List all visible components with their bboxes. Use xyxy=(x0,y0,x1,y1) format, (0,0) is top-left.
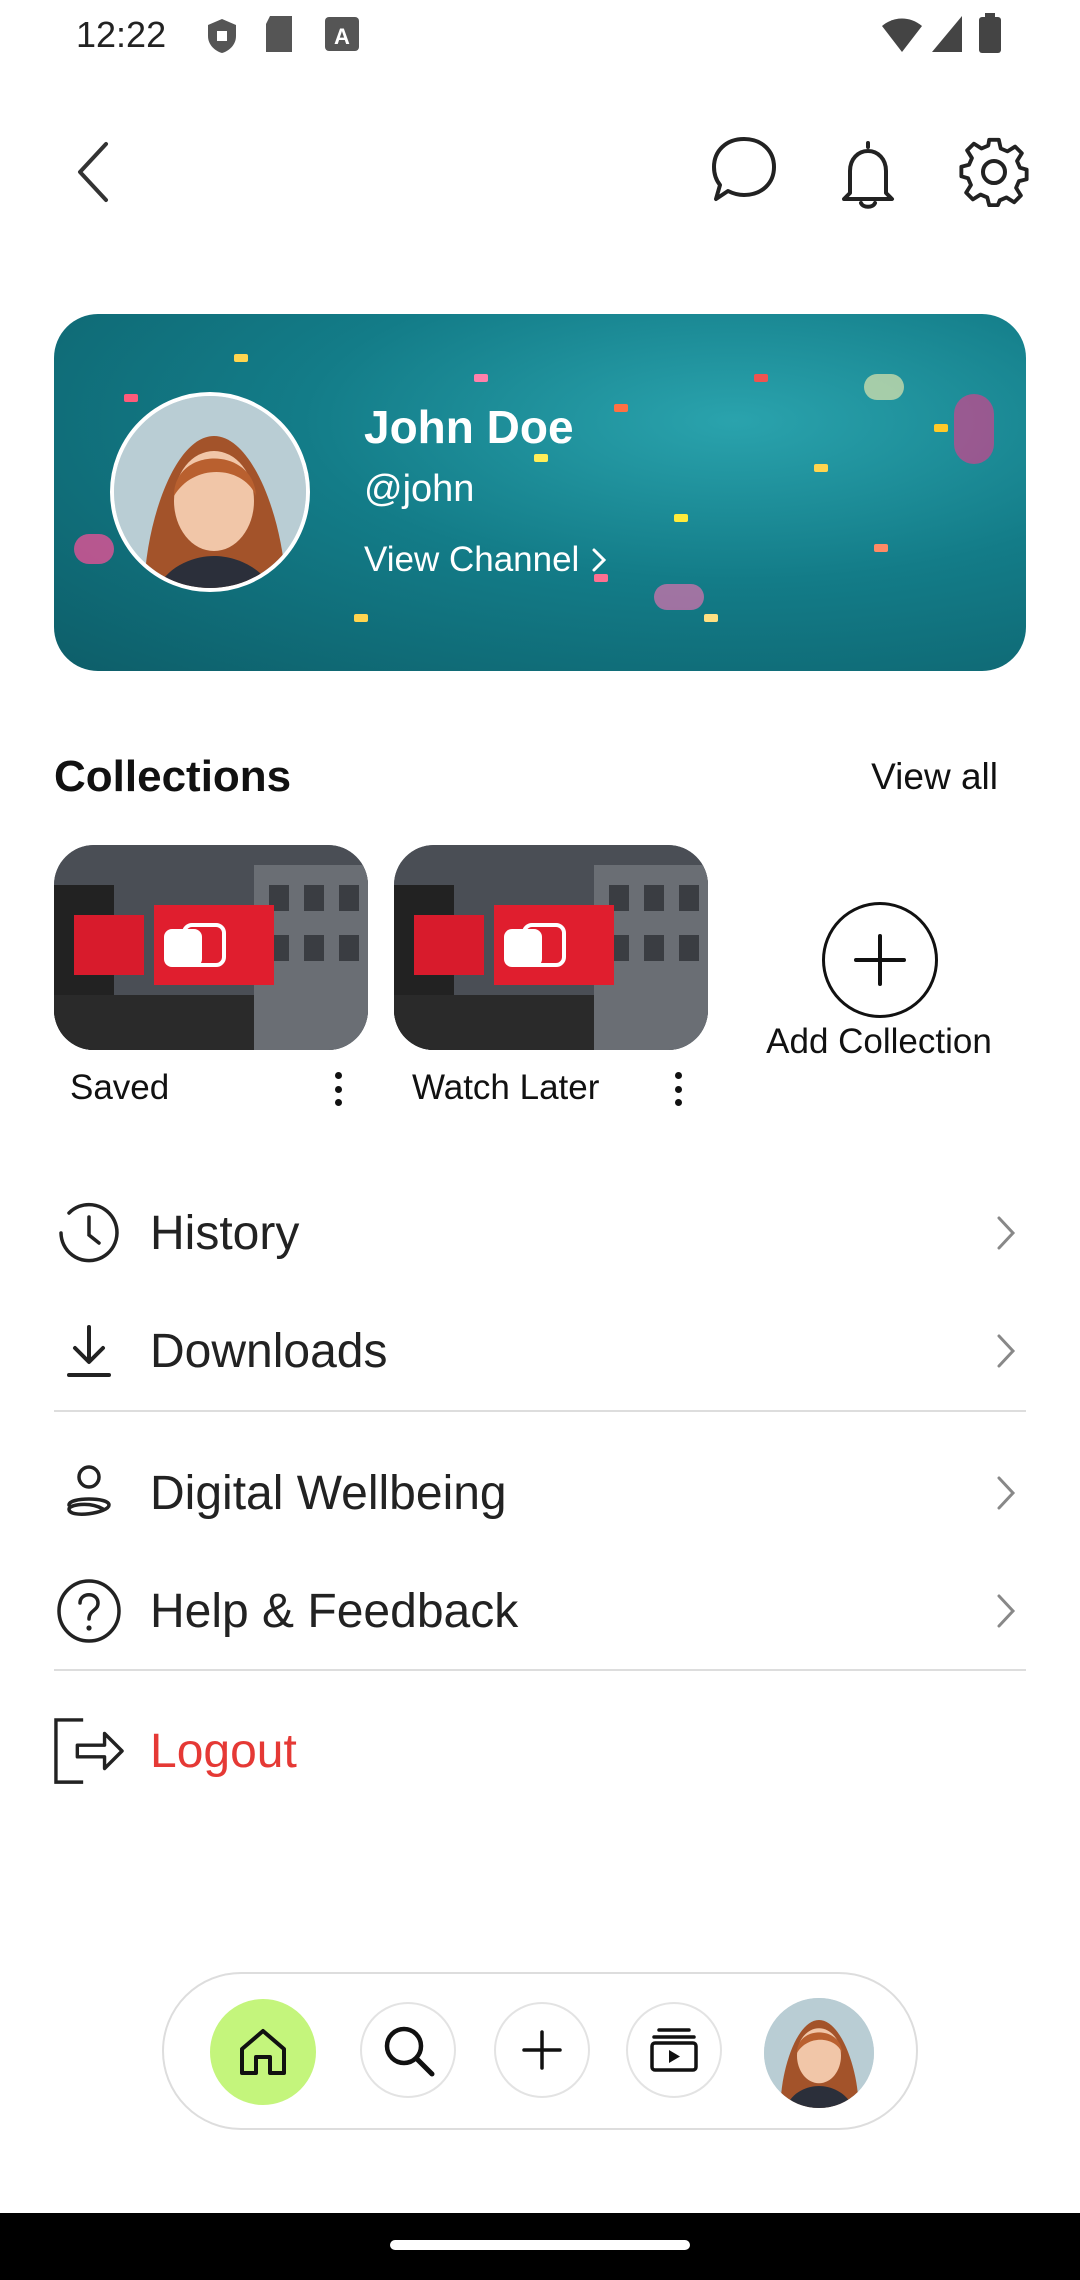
thumbnail-badge xyxy=(164,929,202,967)
logout-label: Logout xyxy=(150,1724,297,1778)
collection-thumbnail-saved[interactable] xyxy=(54,845,368,1050)
wifi-icon xyxy=(882,18,922,52)
shield-status-icon xyxy=(208,19,236,53)
saved-more-options-button[interactable] xyxy=(328,1072,348,1106)
menu-item-digital-wellbeing[interactable]: Digital Wellbeing xyxy=(54,1438,1026,1548)
menu-divider xyxy=(54,1669,1026,1671)
profile-card[interactable]: John Doe @john View Channel xyxy=(54,314,1026,671)
profile-avatar xyxy=(110,392,310,592)
download-icon xyxy=(54,1316,124,1386)
help-icon xyxy=(54,1576,124,1646)
collection-thumbnail-watch-later[interactable] xyxy=(394,845,708,1050)
plus-icon xyxy=(522,2030,562,2070)
bottom-navigation xyxy=(162,1972,918,2130)
svg-text:A: A xyxy=(334,24,350,49)
history-icon xyxy=(54,1198,124,1268)
home-indicator[interactable] xyxy=(390,2240,690,2250)
font-status-icon: A xyxy=(325,17,359,51)
history-label: History xyxy=(150,1206,300,1260)
nav-create-button[interactable] xyxy=(494,2002,590,2098)
thumbnail-badge xyxy=(504,929,542,967)
logout-icon xyxy=(54,1716,124,1786)
sd-card-status-icon xyxy=(266,16,292,52)
wellbeing-icon xyxy=(54,1458,124,1528)
view-channel-link[interactable]: View Channel xyxy=(364,540,607,580)
view-channel-label: View Channel xyxy=(364,540,580,579)
profile-handle: @john xyxy=(364,468,475,510)
search-icon xyxy=(384,2026,435,2077)
collections-title: Collections xyxy=(54,752,292,801)
menu-divider xyxy=(54,1410,1026,1412)
chat-bubble-icon xyxy=(712,137,776,201)
home-icon xyxy=(240,2029,286,2075)
help-label: Help & Feedback xyxy=(150,1584,519,1638)
chevron-right-icon xyxy=(986,1213,1026,1253)
notifications-button[interactable] xyxy=(832,134,904,214)
gear-icon xyxy=(959,137,1029,208)
battery-icon xyxy=(979,13,1001,53)
subscriptions-icon xyxy=(650,2028,698,2072)
plus-icon xyxy=(854,934,906,986)
chevron-right-icon xyxy=(986,1591,1026,1631)
watch-later-more-options-button[interactable] xyxy=(668,1072,688,1106)
profile-name: John Doe xyxy=(364,401,574,453)
nav-home-button[interactable] xyxy=(210,1999,316,2105)
view-all-link[interactable]: View all xyxy=(871,756,998,798)
nav-subscriptions-button[interactable] xyxy=(626,2002,722,2098)
signal-icon xyxy=(932,16,962,52)
messages-button[interactable] xyxy=(708,134,780,206)
chevron-right-icon xyxy=(592,548,607,572)
status-time: 12:22 xyxy=(76,14,167,55)
chevron-right-icon xyxy=(986,1331,1026,1371)
add-collection-button[interactable] xyxy=(822,902,938,1018)
collection-label-watch-later: Watch Later xyxy=(412,1068,600,1107)
wellbeing-label: Digital Wellbeing xyxy=(150,1466,507,1520)
status-bar: 12:22 A xyxy=(0,0,1080,70)
nav-search-button[interactable] xyxy=(360,2002,456,2098)
menu-item-help-feedback[interactable]: Help & Feedback xyxy=(54,1556,1026,1666)
collection-label-saved: Saved xyxy=(70,1068,170,1107)
back-button[interactable] xyxy=(56,132,128,212)
chevron-right-icon xyxy=(986,1473,1026,1513)
chevron-left-icon xyxy=(78,142,108,202)
menu-item-history[interactable]: History xyxy=(54,1178,1026,1288)
menu-item-downloads[interactable]: Downloads xyxy=(54,1296,1026,1406)
logout-button[interactable]: Logout xyxy=(54,1696,1026,1806)
settings-button[interactable] xyxy=(956,134,1032,210)
add-collection-label: Add Collection xyxy=(766,1022,992,1061)
downloads-label: Downloads xyxy=(150,1324,388,1378)
bell-icon xyxy=(842,141,894,209)
nav-profile-avatar[interactable] xyxy=(764,1998,874,2108)
